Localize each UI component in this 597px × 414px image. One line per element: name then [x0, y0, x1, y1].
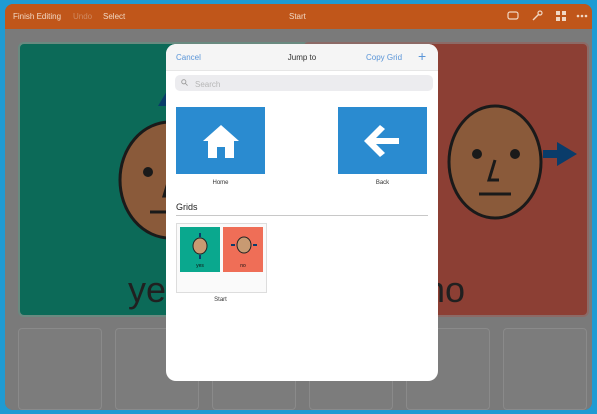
grid-thumbnail-label: Start: [214, 297, 227, 303]
face-symbol-icon: [192, 233, 208, 259]
more-icon[interactable]: [576, 10, 588, 22]
chat-icon[interactable]: [507, 10, 519, 22]
grid-title: Start: [289, 12, 306, 21]
back-tile[interactable]: [338, 107, 427, 174]
thumb-no-label: no: [240, 263, 246, 269]
undo-button[interactable]: Undo: [73, 12, 92, 21]
face-symbol-icon: [447, 104, 577, 220]
dialog-title: Jump to: [287, 53, 317, 62]
search-input[interactable]: [193, 76, 427, 92]
thumb-no-cell: no: [223, 227, 263, 272]
home-tile-label: Home: [212, 180, 229, 186]
select-button[interactable]: Select: [103, 12, 125, 21]
wrench-icon[interactable]: [531, 10, 543, 22]
add-button[interactable]: +: [418, 48, 426, 64]
empty-cell[interactable]: [18, 328, 102, 410]
copy-grid-button[interactable]: Copy Grid: [366, 53, 402, 62]
home-icon: [203, 125, 239, 158]
dialog-header: Cancel Jump to Copy Grid +: [166, 44, 438, 71]
search-bar: [175, 75, 433, 92]
home-tile[interactable]: [176, 107, 265, 174]
top-toolbar: Finish Editing Undo Select Start: [5, 4, 592, 29]
grids-heading: Grids: [176, 202, 198, 212]
back-tile-label: Back: [375, 180, 390, 186]
yes-label: ye: [128, 269, 167, 310]
thumb-yes-cell: yes: [180, 227, 220, 272]
empty-cell[interactable]: [503, 328, 587, 410]
grid-thumbnail-start[interactable]: yes no: [176, 223, 267, 293]
section-divider: [176, 215, 428, 216]
search-icon: [181, 79, 188, 86]
finish-editing-button[interactable]: Finish Editing: [13, 12, 61, 21]
cancel-button[interactable]: Cancel: [176, 53, 201, 62]
jump-to-dialog: Cancel Jump to Copy Grid + Home Back Gri…: [166, 44, 438, 381]
grid-icon[interactable]: [555, 10, 567, 22]
thumb-yes-label: yes: [196, 263, 204, 269]
back-arrow-icon: [364, 125, 399, 157]
face-symbol-icon: [231, 236, 257, 254]
